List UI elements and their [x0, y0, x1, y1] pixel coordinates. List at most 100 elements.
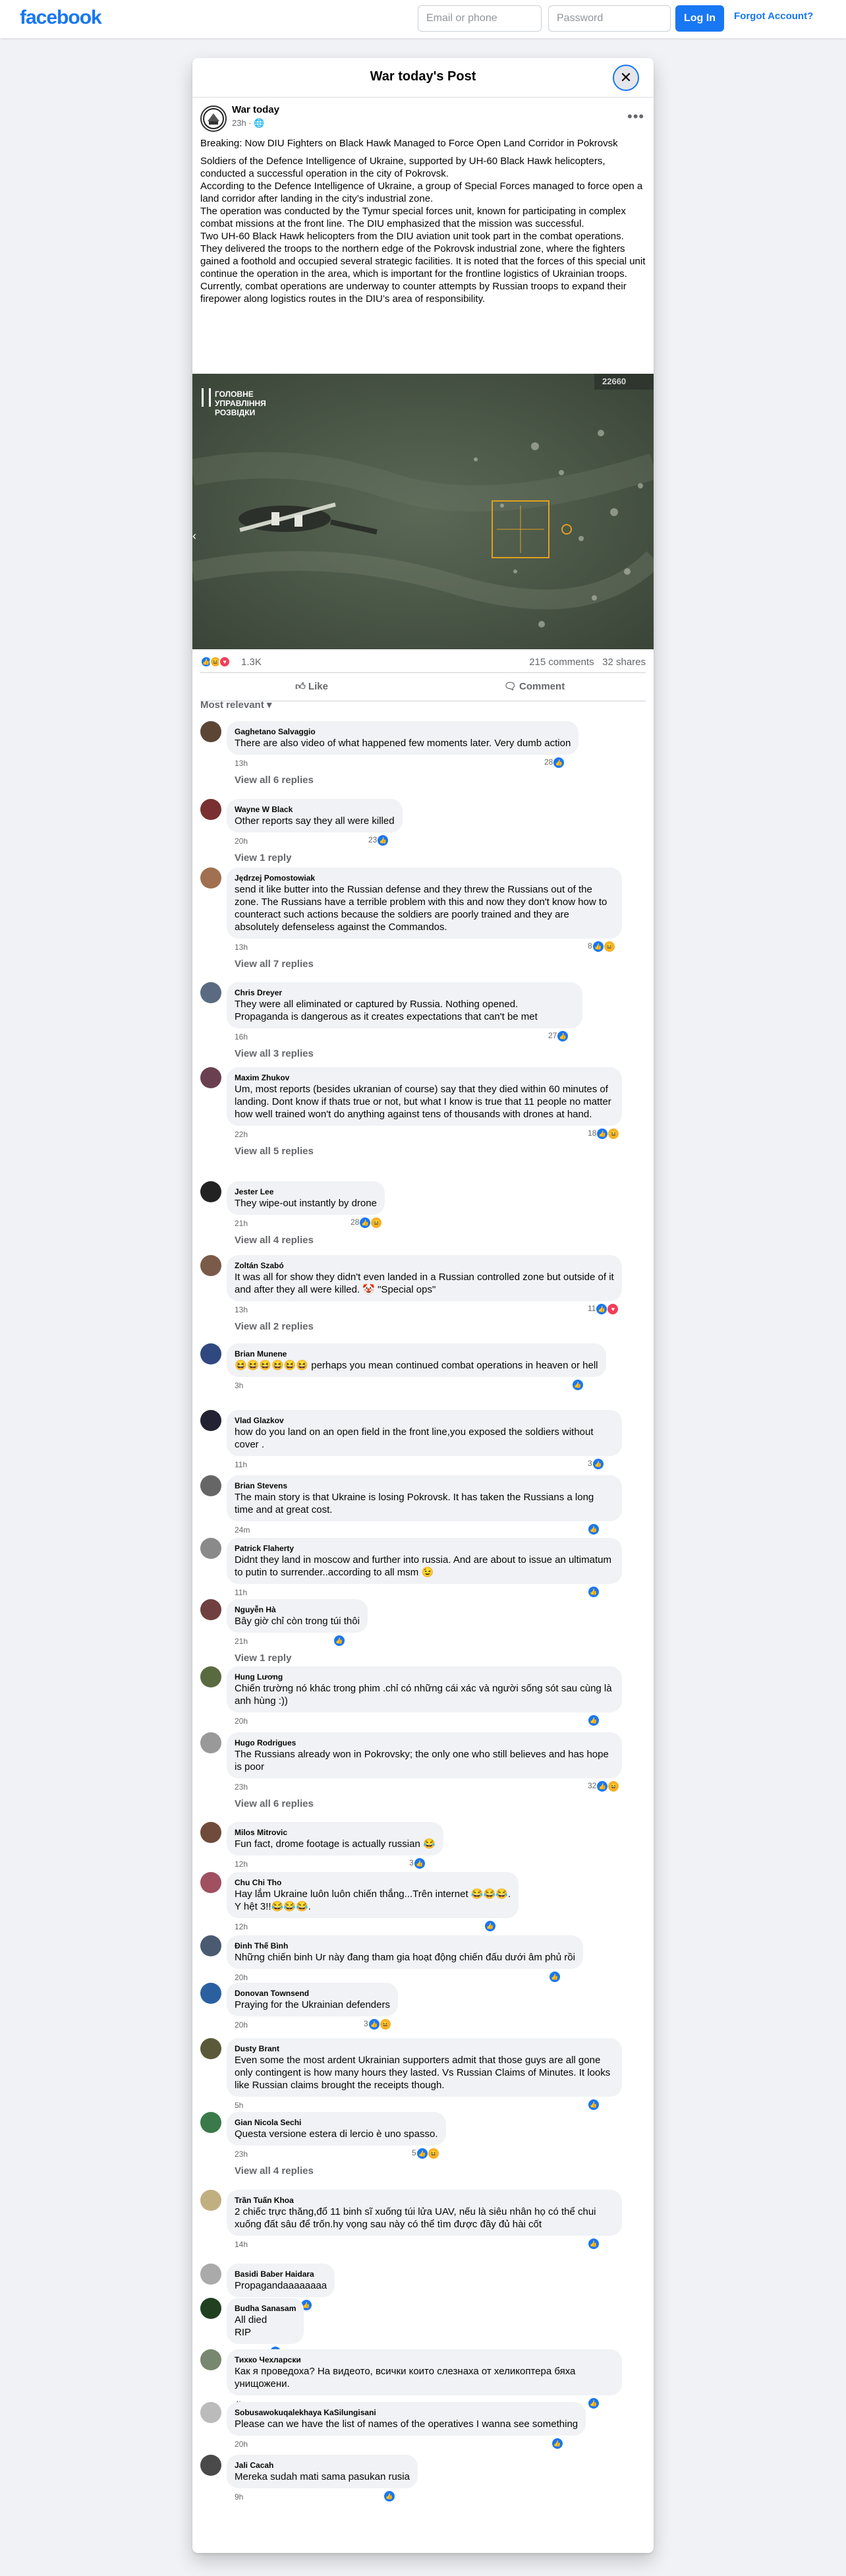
commenter-name[interactable]: Hugo Rodrigues — [235, 1738, 614, 1748]
comment-time[interactable]: 12h — [235, 1922, 248, 1931]
commenter-avatar[interactable] — [200, 1255, 221, 1276]
page-avatar[interactable] — [200, 105, 227, 132]
comment-reactions[interactable]: 👍 — [551, 2438, 563, 2449]
post-time[interactable]: 23h · 🌐 — [232, 118, 264, 129]
comment-time[interactable]: 20h — [235, 2440, 248, 2449]
commenter-name[interactable]: Budha Sanasam — [235, 2303, 296, 2314]
comment-time[interactable]: 24m — [235, 1525, 250, 1535]
comment-time[interactable]: 11h — [235, 1588, 247, 1597]
comment-reactions[interactable]: 18 👍 😆 — [588, 1128, 619, 1139]
post-author[interactable]: War today — [232, 104, 279, 115]
comment-time[interactable]: 20h — [235, 1716, 248, 1726]
comment-reactions[interactable]: 11 👍 ♥ — [588, 1304, 619, 1314]
commenter-name[interactable]: Basidi Baber Haidara — [235, 2269, 327, 2279]
comment-reactions[interactable]: 28 👍 😆 — [351, 1217, 382, 1228]
chevron-left-icon[interactable]: ‹ — [192, 529, 196, 543]
login-button[interactable]: Log In — [675, 5, 724, 32]
commenter-avatar[interactable] — [200, 1872, 221, 1893]
comment-reactions[interactable]: 32 👍 😆 — [588, 1781, 619, 1792]
comment-time[interactable]: 12h — [235, 1859, 248, 1869]
comment-time[interactable]: 21h — [235, 1219, 248, 1228]
commenter-avatar[interactable] — [200, 2298, 221, 2319]
like-button[interactable]: 👍︎ Like — [200, 673, 423, 701]
comment-time[interactable]: 11h — [235, 1460, 247, 1469]
commenter-name[interactable]: Тихко Чехларски — [235, 2355, 614, 2365]
commenter-avatar[interactable] — [200, 1666, 221, 1687]
comment-time[interactable]: 21h — [235, 1637, 248, 1646]
reaction-count[interactable]: 1.3K — [241, 657, 262, 668]
comment-reactions[interactable]: 👍 — [588, 2099, 599, 2110]
view-replies-link[interactable]: View all 2 replies — [235, 1321, 314, 1332]
commenter-avatar[interactable] — [200, 1343, 221, 1364]
comment-time[interactable]: 20h — [235, 2020, 248, 2030]
commenter-avatar[interactable] — [200, 1935, 221, 1956]
commenter-avatar[interactable] — [200, 982, 221, 1003]
comment-reactions[interactable]: 3 👍 — [588, 1459, 604, 1469]
comment-time[interactable]: 23h — [235, 2150, 248, 2159]
commenter-avatar[interactable] — [200, 1475, 221, 1496]
commenter-avatar[interactable] — [200, 2264, 221, 2285]
comment-reactions[interactable]: 👍 — [572, 1380, 583, 1390]
commenter-name[interactable]: Đinh Thế Bình — [235, 1941, 575, 1951]
commenter-avatar[interactable] — [200, 1410, 221, 1431]
commenter-avatar[interactable] — [200, 1067, 221, 1088]
view-replies-link[interactable]: View 1 reply — [235, 1653, 291, 1664]
comment-reactions[interactable]: 3 👍 — [409, 1858, 425, 1869]
commenter-avatar[interactable] — [200, 2038, 221, 2059]
close-icon[interactable]: ✕ — [613, 65, 639, 91]
password-input[interactable] — [548, 5, 671, 32]
commenter-avatar[interactable] — [200, 1599, 221, 1620]
comment-reactions[interactable]: 27 👍 — [548, 1031, 569, 1041]
comment-time[interactable]: 3h — [235, 1381, 243, 1390]
commenter-name[interactable]: Sobusawokuqalekhaya KaSilungisani — [235, 2407, 578, 2418]
commenter-name[interactable]: Brian Stevens — [235, 1480, 614, 1491]
commenter-name[interactable]: Trần Tuấn Khoa — [235, 2195, 614, 2206]
comment-button[interactable]: 🗨︎ Comment — [423, 673, 646, 701]
comment-time[interactable]: 5h — [235, 2101, 243, 2110]
comment-reactions[interactable]: 👍 — [588, 2239, 599, 2249]
commenter-avatar[interactable] — [200, 2349, 221, 2370]
comment-reactions[interactable]: 8 👍 😆 — [588, 941, 615, 952]
reaction-icons[interactable]: 👍 😆 ♥ — [200, 656, 239, 668]
commenter-avatar[interactable] — [200, 721, 221, 742]
view-replies-link[interactable]: View 1 reply — [235, 852, 291, 864]
comment-reactions[interactable]: 👍 — [383, 2491, 395, 2502]
view-replies-link[interactable]: View all 7 replies — [235, 958, 314, 970]
comment-reactions[interactable]: 28 👍 — [544, 757, 565, 768]
commenter-name[interactable]: Jali Cacah — [235, 2460, 410, 2471]
commenter-avatar[interactable] — [200, 1822, 221, 1843]
commenter-name[interactable]: Patrick Flaherty — [235, 1543, 614, 1554]
comment-reactions[interactable]: 👍 — [588, 1715, 599, 1726]
comment-reactions[interactable]: 👍 — [588, 1524, 599, 1535]
comment-reactions[interactable]: 👍 — [588, 2398, 599, 2409]
view-replies-link[interactable]: View all 5 replies — [235, 1146, 314, 1157]
commenter-avatar[interactable] — [200, 1732, 221, 1753]
view-replies-link[interactable]: View all 6 replies — [235, 775, 314, 786]
forgot-account-link[interactable]: Forgot Account? — [734, 11, 813, 22]
comment-reactions[interactable]: 👍 — [484, 1921, 495, 1931]
shares-count[interactable]: 32 shares — [602, 657, 646, 668]
view-replies-link[interactable]: View all 4 replies — [235, 2165, 314, 2177]
comment-time[interactable]: 13h — [235, 943, 248, 952]
commenter-avatar[interactable] — [200, 1538, 221, 1559]
commenter-avatar[interactable] — [200, 1181, 221, 1202]
commenter-avatar[interactable] — [200, 2112, 221, 2133]
more-options-icon[interactable]: ••• — [627, 108, 644, 125]
commenter-avatar[interactable] — [200, 867, 221, 889]
commenter-name[interactable]: Milos Mitrovic — [235, 1827, 436, 1838]
comment-time[interactable]: 9h — [235, 2492, 243, 2502]
view-replies-link[interactable]: View all 4 replies — [235, 1235, 314, 1246]
commenter-name[interactable]: Donovan Townsend — [235, 1988, 390, 1999]
comment-reactions[interactable]: 3 👍 😆 — [364, 2019, 391, 2030]
comment-time[interactable]: 23h — [235, 1782, 248, 1792]
post-video[interactable]: ГОЛОВНЕ УПРАВЛІННЯ РОЗВІДКИ 22660 ‹ — [192, 374, 654, 649]
commenter-name[interactable]: Chris Dreyer — [235, 987, 575, 998]
comment-reactions[interactable]: 5 👍 😆 — [412, 2148, 439, 2159]
view-replies-link[interactable]: View all 3 replies — [235, 1048, 314, 1059]
commenter-name[interactable]: Dusty Brant — [235, 2043, 614, 2054]
commenter-name[interactable]: Hung Lương — [235, 1672, 614, 1682]
comment-reactions[interactable]: 23 👍 — [368, 835, 389, 846]
comment-time[interactable]: 16h — [235, 1032, 248, 1041]
commenter-name[interactable]: Wayne W Black — [235, 804, 395, 815]
commenter-avatar[interactable] — [200, 2455, 221, 2476]
